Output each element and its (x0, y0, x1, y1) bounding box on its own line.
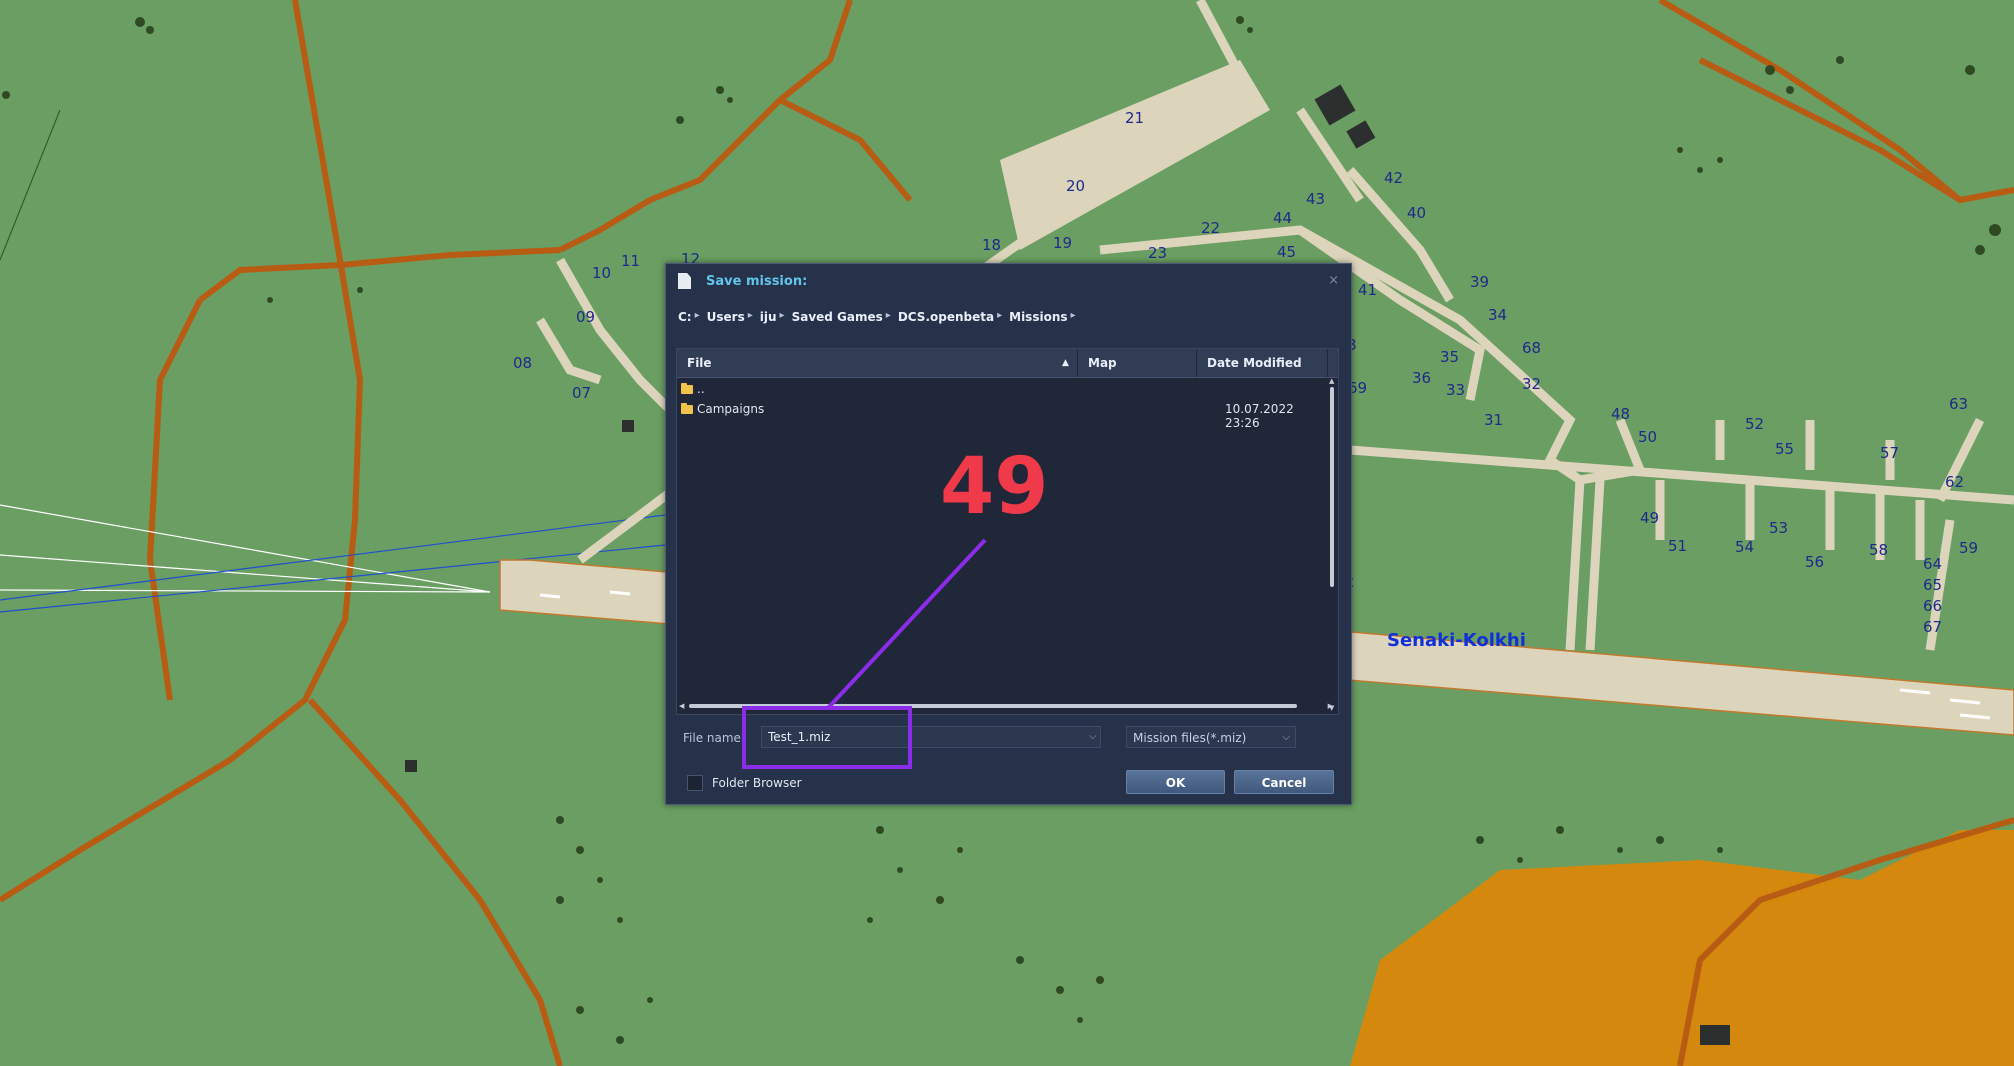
list-item[interactable]: Campaigns 10.07.2022 23:26 (677, 400, 1328, 430)
svg-text:20: 20 (1066, 177, 1085, 195)
folder-icon (681, 383, 693, 394)
chevron-right-icon: ▸ (885, 310, 891, 321)
svg-text:50: 50 (1638, 428, 1657, 446)
chevron-right-icon: ▸ (1070, 310, 1076, 321)
chevron-right-icon: ▸ (997, 310, 1003, 321)
svg-text:62: 62 (1945, 473, 1964, 491)
breadcrumb-item[interactable]: DCS.openbeta (898, 310, 994, 324)
svg-text:65: 65 (1923, 576, 1942, 594)
file-name: .. (697, 382, 705, 396)
scroll-right-icon[interactable]: ▶ (1328, 702, 1333, 710)
svg-text:39: 39 (1470, 273, 1489, 291)
document-icon (678, 273, 691, 289)
svg-text:52: 52 (1745, 415, 1764, 433)
svg-text:43: 43 (1306, 190, 1325, 208)
breadcrumb-item[interactable]: C: (678, 310, 692, 324)
dialog-title: Save mission: (706, 274, 808, 289)
svg-text:21: 21 (1125, 109, 1144, 127)
svg-text:59: 59 (1959, 539, 1978, 557)
annotation-highlight-box (742, 706, 912, 769)
column-header-map[interactable]: Map (1078, 349, 1197, 377)
svg-text:49: 49 (1640, 509, 1659, 527)
list-item[interactable]: .. (677, 380, 1328, 400)
vertical-scrollbar[interactable]: ▲ ▼ (1328, 377, 1336, 712)
breadcrumb-item[interactable]: iju (760, 310, 777, 324)
svg-text:19: 19 (1053, 234, 1072, 252)
dialog-titlebar[interactable]: Save mission: × (666, 264, 1351, 300)
scroll-left-icon[interactable]: ◀ (679, 702, 684, 710)
file-date: 10.07.2022 23:26 (1225, 402, 1294, 430)
svg-text:35: 35 (1440, 348, 1459, 366)
svg-text:34: 34 (1488, 306, 1507, 324)
svg-text:36: 36 (1412, 369, 1431, 387)
chevron-down-icon[interactable]: ⌵ (1089, 731, 1097, 742)
svg-text:53: 53 (1769, 519, 1788, 537)
folder-icon (681, 403, 693, 414)
sort-ascending-icon: ▲ (1062, 358, 1069, 368)
svg-text:32: 32 (1522, 375, 1541, 393)
svg-text:07: 07 (572, 384, 591, 402)
svg-text:54: 54 (1735, 538, 1754, 556)
svg-text:22: 22 (1201, 219, 1220, 237)
chevron-down-icon: ⌵ (1282, 732, 1290, 743)
svg-text:68: 68 (1522, 339, 1541, 357)
folder-browser-checkbox[interactable] (687, 775, 703, 791)
file-type-value: Mission files(*.miz) (1133, 731, 1247, 745)
scroll-up-icon[interactable]: ▲ (1329, 377, 1334, 385)
svg-text:41: 41 (1358, 281, 1377, 299)
svg-text:64: 64 (1923, 555, 1942, 573)
file-name-label: File name: (683, 731, 745, 745)
svg-text:42: 42 (1384, 169, 1403, 187)
svg-text:55: 55 (1775, 440, 1794, 458)
svg-text:18: 18 (982, 236, 1001, 254)
svg-text:57: 57 (1880, 444, 1899, 462)
svg-text:11: 11 (621, 252, 640, 270)
scroll-thumb[interactable] (1330, 387, 1334, 587)
svg-text:23: 23 (1148, 244, 1167, 262)
svg-text:08: 08 (513, 354, 532, 372)
file-list-header: File ▲ Map Date Modified (677, 349, 1338, 378)
chevron-right-icon: ▸ (694, 310, 700, 321)
svg-text:10: 10 (592, 264, 611, 282)
close-icon[interactable]: × (1328, 273, 1339, 288)
folder-browser-label: Folder Browser (712, 776, 802, 790)
svg-text:58: 58 (1869, 541, 1888, 559)
cancel-button[interactable]: Cancel (1234, 770, 1334, 794)
svg-text:09: 09 (576, 308, 595, 326)
svg-text:63: 63 (1949, 395, 1968, 413)
airfield-label[interactable]: Senaki-Kolkhi (1387, 630, 1526, 651)
chevron-right-icon: ▸ (779, 310, 785, 321)
svg-text:45: 45 (1277, 243, 1296, 261)
chevron-right-icon: ▸ (747, 310, 753, 321)
breadcrumb: C: ▸ Users ▸ iju ▸ Saved Games ▸ DCS.openbet… (678, 310, 1076, 324)
column-header-date[interactable]: Date Modified (1197, 349, 1328, 377)
file-name: Campaigns (697, 402, 765, 416)
svg-text:56: 56 (1805, 553, 1824, 571)
annotation-number: 49 (940, 442, 1049, 532)
svg-text:44: 44 (1273, 209, 1292, 227)
svg-text:40: 40 (1407, 204, 1426, 222)
svg-text:33: 33 (1446, 381, 1465, 399)
breadcrumb-item[interactable]: Saved Games (792, 310, 883, 324)
ok-button[interactable]: OK (1126, 770, 1225, 794)
breadcrumb-item[interactable]: Users (707, 310, 745, 324)
svg-text:31: 31 (1484, 411, 1503, 429)
column-header-file[interactable]: File (677, 349, 1078, 377)
file-type-select[interactable]: Mission files(*.miz) ⌵ (1126, 726, 1296, 748)
svg-text:67: 67 (1923, 618, 1942, 636)
svg-text:66: 66 (1923, 597, 1942, 615)
svg-text:48: 48 (1611, 405, 1630, 423)
breadcrumb-item[interactable]: Missions (1009, 310, 1067, 324)
svg-text:51: 51 (1668, 537, 1687, 555)
